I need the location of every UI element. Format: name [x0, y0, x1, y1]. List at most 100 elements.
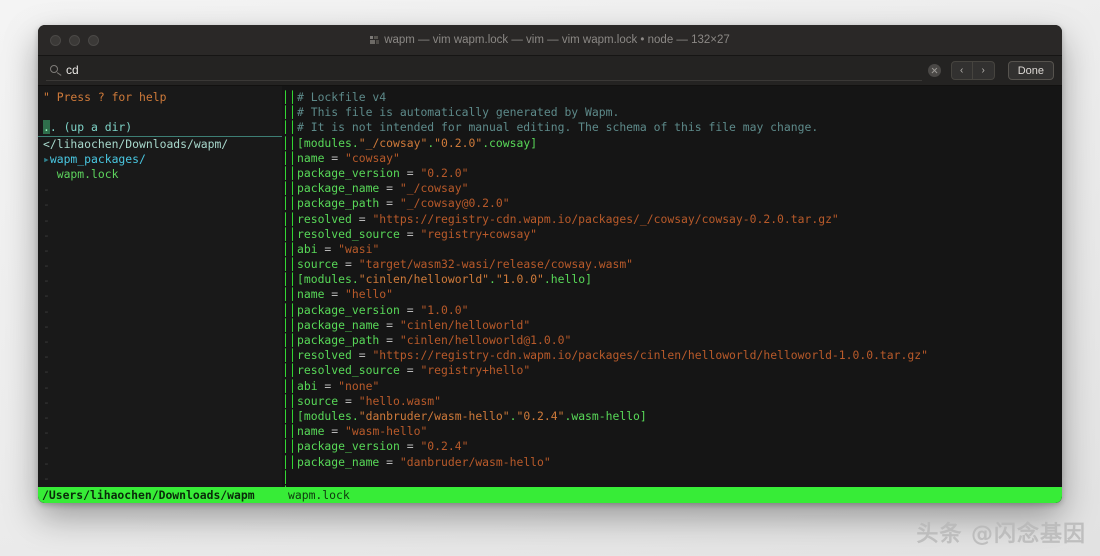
- split-glyph: │: [282, 105, 289, 120]
- watermark: 头条 @闪念基因: [916, 522, 1086, 547]
- explorer-cursor: .: [43, 120, 50, 135]
- editor-line-text: package_name = "danbruder/wasm-hello": [297, 454, 551, 469]
- split-glyph: │: [282, 241, 289, 256]
- line-gutter-bar: │: [289, 90, 296, 104]
- editor-line: │ [modules."cinlen/helloworld"."1.0.0".he…: [289, 272, 1062, 287]
- editor-line: │ package_version = "1.0.0": [289, 303, 1062, 318]
- find-bar: cd ‹ › Done: [38, 56, 1062, 86]
- editor-line: │ package_name = "danbruder/wasm-hello": [289, 455, 1062, 470]
- explorer-empty-line: -: [43, 288, 50, 303]
- editor-line-text: source = "target/wasm32-wasi/release/cow…: [297, 257, 634, 272]
- line-gutter-bar: │: [289, 439, 296, 454]
- editor-line-text: [modules."cinlen/helloworld"."1.0.0".hel…: [297, 272, 592, 287]
- editor-line: │ # Lockfile v4: [289, 90, 1062, 105]
- editor-line: │ resolved_source = "registry+cowsay": [289, 227, 1062, 242]
- editor-line: │ package_path = "_/cowsay@0.2.0": [289, 196, 1062, 211]
- explorer-empty-line: -: [43, 334, 50, 348]
- explorer-empty-line: -: [43, 425, 50, 440]
- line-gutter-bar: │: [289, 120, 296, 135]
- explorer-empty-line: -: [43, 455, 50, 470]
- line-gutter-bar: │: [289, 165, 296, 180]
- explorer-empty-line: -: [43, 364, 50, 379]
- editor-line: │ package_name = "_/cowsay": [289, 181, 1062, 196]
- editor-line: │ package_name = "cinlen/helloworld": [289, 318, 1062, 333]
- clear-search-icon[interactable]: [927, 64, 941, 77]
- editor-line-text: source = "hello.wasm": [297, 393, 442, 408]
- split-glyph: │: [282, 272, 289, 287]
- line-gutter-bar: │: [289, 408, 296, 423]
- explorer-blank: [38, 105, 282, 120]
- editor-line-text: package_name = "_/cowsay": [297, 181, 469, 196]
- split-glyph: │: [282, 408, 289, 423]
- next-match-button[interactable]: ›: [972, 61, 995, 80]
- line-gutter-bar: │: [289, 135, 296, 150]
- zoom-button[interactable]: [88, 34, 99, 46]
- prev-match-button[interactable]: ‹: [950, 61, 973, 80]
- explorer-up-dir[interactable]: .. (up a dir): [38, 120, 282, 137]
- editor-pane[interactable]: │ # Lockfile v4 │ # This file is automatica…: [289, 86, 1062, 503]
- search-icon: [50, 64, 61, 76]
- editor-line-text: package_version = "0.2.0": [297, 165, 469, 180]
- explorer-empty-line: -: [43, 303, 50, 318]
- explorer-empty-line: -: [43, 227, 50, 242]
- split-glyph: │: [282, 317, 289, 332]
- editor-line-text: resolved_source = "registry+cowsay": [297, 226, 538, 241]
- line-gutter-bar: │: [289, 196, 296, 211]
- explorer-empty-line: -: [43, 242, 50, 257]
- explorer-empty-line: -: [43, 182, 50, 197]
- split-glyph: │: [282, 226, 289, 241]
- split-glyph: │: [282, 439, 289, 454]
- chevron-right-icon: ▸: [43, 151, 50, 166]
- editor-line-text: package_path = "cinlen/helloworld@1.0.0": [297, 333, 572, 347]
- search-input[interactable]: cd: [66, 63, 79, 77]
- explorer-empty-line: -: [43, 273, 50, 288]
- done-button[interactable]: Done: [1007, 61, 1054, 80]
- editor-line-text: package_path = "_/cowsay@0.2.0": [297, 196, 510, 211]
- status-filename: wapm.lock: [282, 487, 1062, 503]
- line-gutter-bar: │: [289, 272, 296, 287]
- editor-line: │ # This file is automatically generated …: [289, 105, 1062, 120]
- split-glyph: │: [282, 378, 289, 393]
- line-gutter-bar: │: [289, 211, 296, 226]
- explorer-empty-line: -: [43, 394, 50, 409]
- split-glyph: │: [282, 424, 289, 439]
- editor-line-text: resolved = "https://registry-cdn.wapm.io…: [297, 211, 839, 226]
- status-cwd: /Users/lihaochen/Downloads/wapm: [38, 487, 282, 503]
- editor-line-text: package_name = "cinlen/helloworld": [297, 317, 531, 332]
- editor-line-text: [modules."_/cowsay"."0.2.0".cowsay]: [297, 135, 538, 150]
- split-glyph: │: [282, 348, 289, 363]
- split-glyph: │: [282, 333, 289, 347]
- minimize-button[interactable]: [69, 34, 80, 46]
- split-glyph: │: [282, 393, 289, 408]
- editor-line-text: # This file is automatically generated b…: [297, 105, 620, 120]
- editor-line-text: resolved_source = "registry+hello": [297, 363, 531, 378]
- explorer-file-label: wapm.lock: [56, 166, 119, 181]
- search-nav-group: ‹ ›: [950, 61, 995, 80]
- search-field[interactable]: cd: [46, 61, 922, 81]
- explorer-empty-line: -: [43, 212, 50, 227]
- split-glyph: │: [282, 302, 289, 317]
- explorer-up-dir-label: . (up a dir): [49, 120, 133, 135]
- split-glyph: │: [282, 211, 289, 226]
- line-gutter-bar: │: [289, 348, 296, 363]
- close-button[interactable]: [50, 34, 61, 46]
- line-gutter-bar: │: [289, 302, 296, 317]
- editor-line-text: [modules."danbruder/wasm-hello"."0.2.4".…: [297, 408, 647, 423]
- editor-line: │ name = "wasm-hello": [289, 424, 1062, 439]
- split-glyph: │: [282, 120, 289, 135]
- editor-line: │ package_path = "cinlen/helloworld@1.0.0…: [289, 333, 1062, 348]
- file-explorer-panel[interactable]: " Press ? for help .. (up a dir) </lihao…: [38, 86, 282, 503]
- split-glyph: │: [282, 181, 289, 196]
- editor-line-text: abi = "wasi": [297, 241, 380, 256]
- explorer-item-file[interactable]: wapm.lock: [38, 167, 282, 182]
- explorer-item-dir[interactable]: ▸wapm_packages/: [38, 152, 282, 167]
- split-glyph: │: [282, 363, 289, 378]
- split-glyph: │: [282, 469, 289, 484]
- line-gutter-bar: │: [289, 424, 296, 439]
- split-glyph: │: [282, 257, 289, 272]
- explorer-root-path[interactable]: </lihaochen/Downloads/wapm/: [38, 137, 282, 152]
- line-gutter-bar: │: [289, 226, 296, 241]
- editor-line: │ name = "hello": [289, 287, 1062, 302]
- editor-line: │ source = "target/wasm32-wasi/release/co…: [289, 257, 1062, 272]
- editor-line: │ resolved = "https://registry-cdn.wapm.i…: [289, 212, 1062, 227]
